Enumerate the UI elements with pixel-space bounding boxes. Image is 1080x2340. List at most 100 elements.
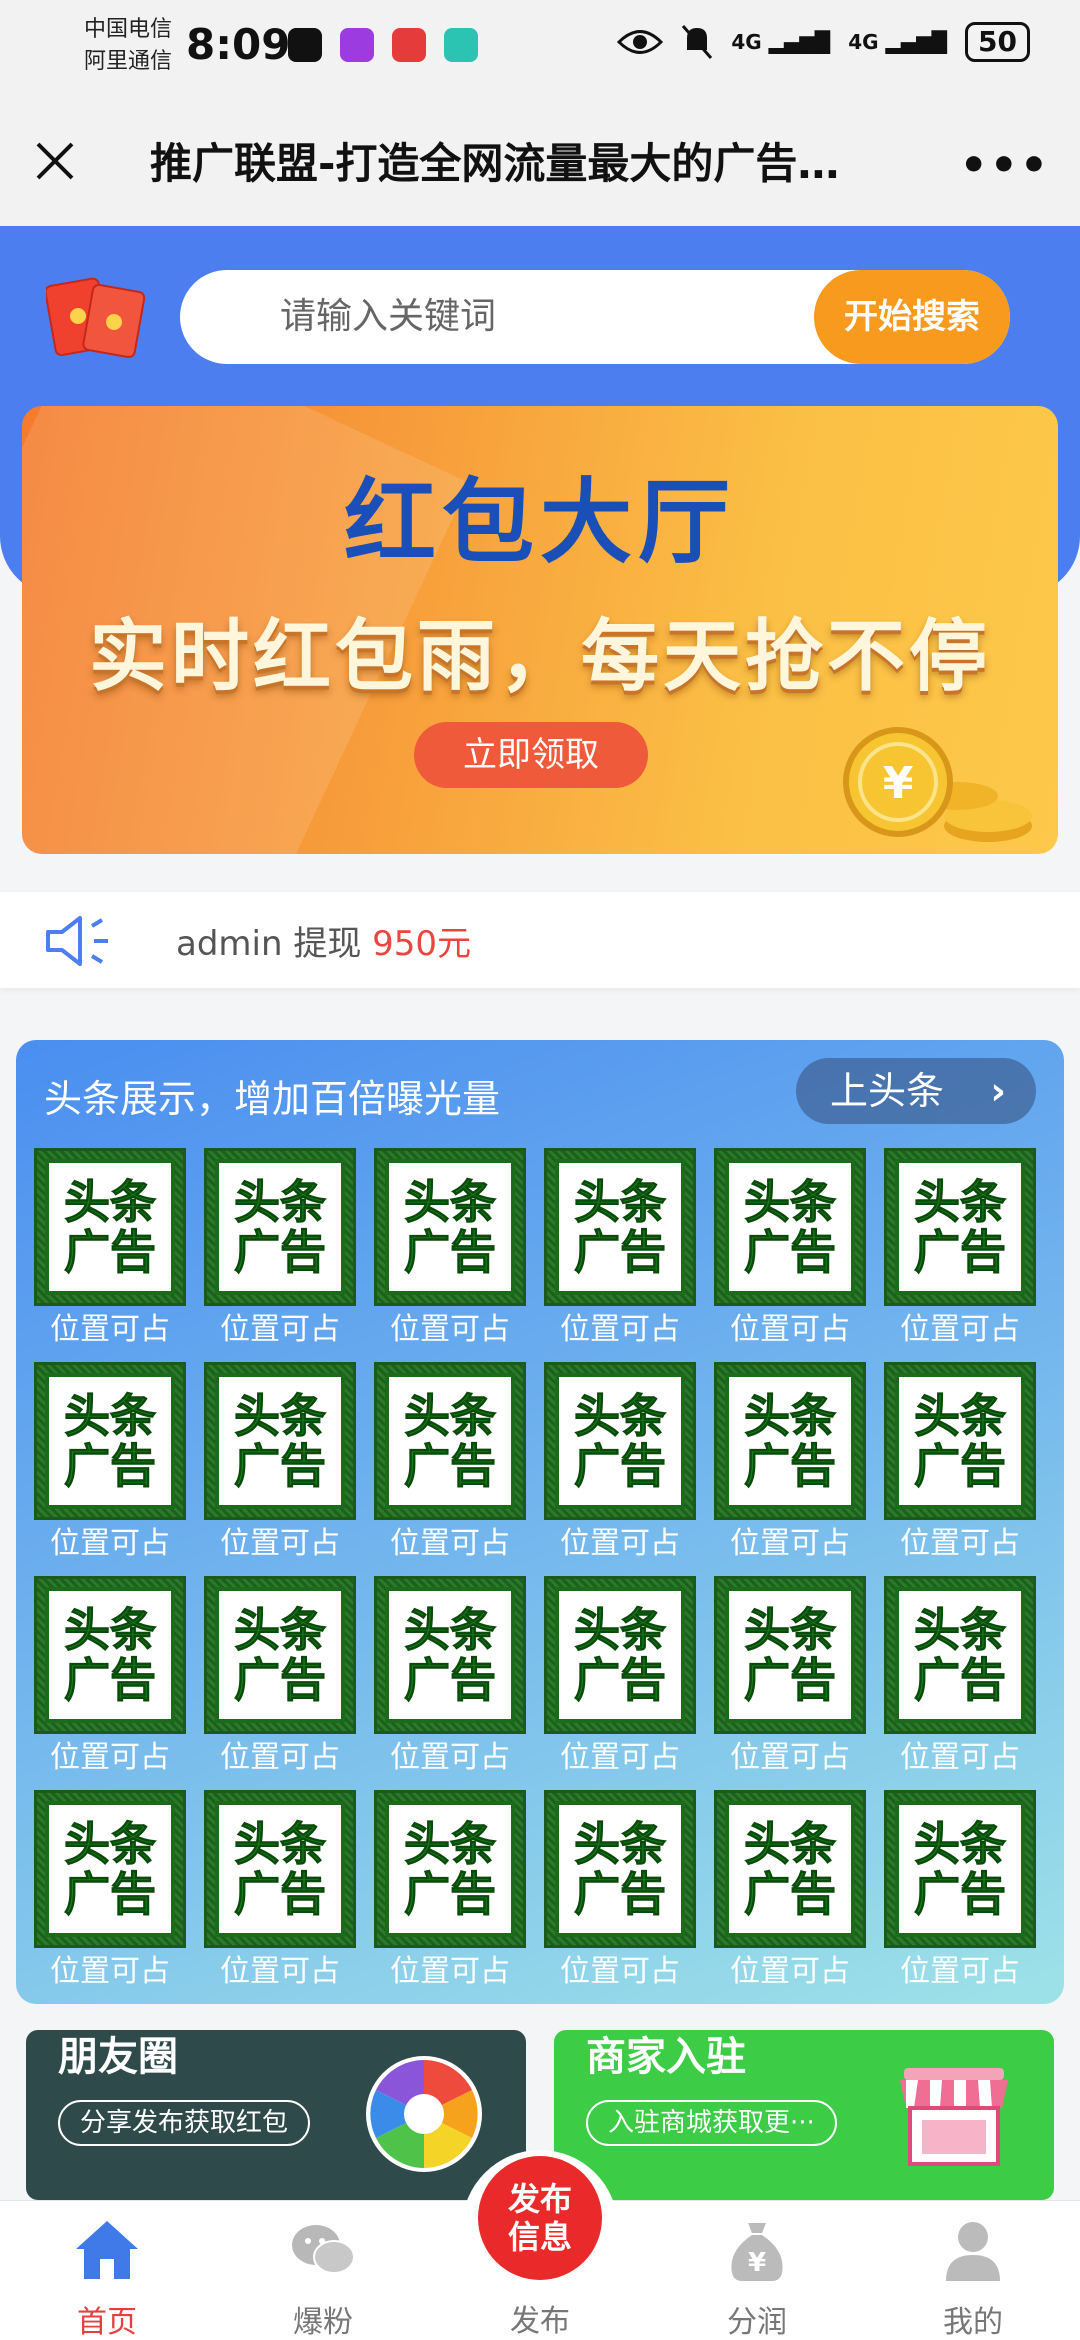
nav-share[interactable]: ¥ 分润 — [682, 2215, 832, 2340]
battery-indicator: 50 — [965, 22, 1030, 62]
headline-ad-inner: 头条 广告 — [895, 1801, 1025, 1937]
headline-ad-image: 头条 广告 — [884, 1362, 1036, 1520]
headline-ad-slot[interactable]: 头条 广告 位置可占 — [884, 1148, 1036, 1362]
headline-ad-image: 头条 广告 — [714, 1576, 866, 1734]
notice-amount: 950元 — [372, 924, 472, 964]
headline-ad-slot[interactable]: 头条 广告 位置可占 — [204, 1790, 356, 2004]
headline-slot-label: 位置可占 — [900, 1526, 1020, 1561]
search-bar: 开始搜索 — [180, 270, 1010, 364]
headline-ad-line2: 广告 — [914, 1653, 1007, 1707]
headline-ad-line1: 头条 — [914, 1175, 1007, 1229]
headline-ad-image: 头条 广告 — [34, 1790, 186, 1948]
headline-ad-slot[interactable]: 头条 广告 位置可占 — [374, 1148, 526, 1362]
moments-card[interactable]: 朋友圈 分享发布获取红包 — [26, 2030, 526, 2200]
network-1-label: 4G — [731, 30, 762, 54]
publish-button[interactable]: 发布信息 — [478, 2156, 602, 2280]
nav-publish-label: 发布 — [510, 2304, 570, 2339]
headline-ad-image: 头条 广告 — [544, 1362, 696, 1520]
search-input[interactable] — [280, 270, 780, 364]
page: 中国电信 阿里通信 8:09 4G ▂▄▆█ 4G ▂▄▆█ 50 推广联盟-打… — [0, 0, 1080, 2340]
headline-ad-inner: 头条 广告 — [45, 1801, 175, 1937]
headline-ad-line1: 头条 — [404, 1603, 497, 1657]
headline-ad-slot[interactable]: 头条 广告 位置可占 — [204, 1148, 356, 1362]
headline-ad-line1: 头条 — [574, 1175, 667, 1229]
app-red-icon — [392, 28, 426, 62]
headline-ad-line2: 广告 — [234, 1439, 327, 1493]
nav-home[interactable]: 首页 — [32, 2215, 182, 2340]
headline-ad-slot[interactable]: 头条 广告 位置可占 — [34, 1790, 186, 2004]
headline-ad-line1: 头条 — [234, 1389, 327, 1443]
banner-title: 红包大厅 — [343, 469, 736, 576]
nav-fans-label: 爆粉 — [293, 2305, 353, 2340]
headline-ad-inner: 头条 广告 — [555, 1373, 685, 1509]
merchant-card[interactable]: 商家入驻 入驻商城获取更··· — [554, 2030, 1054, 2200]
claim-now-button[interactable]: 立即领取 — [414, 722, 648, 788]
headline-ad-line2: 广告 — [234, 1225, 327, 1279]
headline-ad-inner: 头条 广告 — [45, 1587, 175, 1723]
headline-ad-slot[interactable]: 头条 广告 位置可占 — [544, 1148, 696, 1362]
headline-ad-image: 头条 广告 — [544, 1790, 696, 1948]
headline-ad-slot[interactable]: 头条 广告 位置可占 — [884, 1362, 1036, 1576]
headline-ad-slot[interactable]: 头条 广告 位置可占 — [884, 1790, 1036, 2004]
shop-icon — [900, 2068, 1008, 2166]
headline-ad-line1: 头条 — [744, 1175, 837, 1229]
headline-slot-label: 位置可占 — [730, 1526, 850, 1561]
nav-mine[interactable]: 我的 — [898, 2215, 1048, 2340]
merchant-pill[interactable]: 入驻商城获取更··· — [586, 2100, 837, 2146]
headline-ad-slot[interactable]: 头条 广告 位置可占 — [714, 1362, 866, 1576]
headline-ad-slot[interactable]: 头条 广告 位置可占 — [374, 1362, 526, 1576]
headline-ad-slot[interactable]: 头条 广告 位置可占 — [714, 1790, 866, 2004]
headline-ad-inner: 头条 广告 — [555, 1587, 685, 1723]
headline-ad-slot[interactable]: 头条 广告 位置可占 — [884, 1576, 1036, 1790]
headline-ad-inner: 头条 广告 — [215, 1159, 345, 1295]
headline-ad-slot[interactable]: 头条 广告 位置可占 — [204, 1362, 356, 1576]
headline-ad-slot[interactable]: 头条 广告 位置可占 — [204, 1576, 356, 1790]
notification-icons — [288, 28, 478, 62]
more-options-icon[interactable]: ••• — [960, 140, 1050, 191]
headline-slot-label: 位置可占 — [220, 1740, 340, 1775]
headline-ad-slot[interactable]: 头条 广告 位置可占 — [544, 1790, 696, 2004]
moments-pill[interactable]: 分享发布获取红包 — [58, 2100, 311, 2146]
headline-ad-line2: 广告 — [404, 1867, 497, 1921]
headline-ad-line1: 头条 — [404, 1175, 497, 1229]
headline-ad-slot[interactable]: 头条 广告 位置可占 — [714, 1148, 866, 1362]
headline-slot-label: 位置可占 — [900, 1312, 1020, 1347]
red-packet-icon[interactable] — [46, 276, 146, 360]
headline-ad-slot[interactable]: 头条 广告 位置可占 — [544, 1362, 696, 1576]
go-headline-label: 上头条 — [830, 1069, 945, 1113]
headline-slot-label: 位置可占 — [390, 1312, 510, 1347]
headline-ad-slot[interactable]: 头条 广告 位置可占 — [374, 1790, 526, 2004]
svg-text:¥: ¥ — [883, 758, 914, 809]
headline-ad-slot[interactable]: 头条 广告 位置可占 — [714, 1576, 866, 1790]
headline-ad-inner: 头条 广告 — [385, 1373, 515, 1509]
search-button[interactable]: 开始搜索 — [814, 270, 1010, 364]
headline-ad-line1: 头条 — [234, 1603, 327, 1657]
go-headline-button[interactable]: 上头条 › — [796, 1058, 1036, 1124]
headline-ad-line2: 广告 — [744, 1439, 837, 1493]
headline-ad-slot[interactable]: 头条 广告 位置可占 — [34, 1362, 186, 1576]
notice-action: 提现 — [293, 924, 362, 964]
headline-ad-slot[interactable]: 头条 广告 位置可占 — [34, 1576, 186, 1790]
headline-ad-line1: 头条 — [914, 1603, 1007, 1657]
red-packet-hall-banner[interactable]: 红包大厅 实时红包雨，每天抢不停 立即领取 ¥ — [22, 406, 1058, 854]
nav-fans[interactable]: 爆粉 — [248, 2215, 398, 2340]
headline-ad-image: 头条 广告 — [374, 1576, 526, 1734]
app-teal-icon — [444, 28, 478, 62]
headline-ad-line2: 广告 — [234, 1867, 327, 1921]
headline-ad-slot[interactable]: 头条 广告 位置可占 — [374, 1576, 526, 1790]
headline-slot-label: 位置可占 — [220, 1312, 340, 1347]
merchant-title: 商家入驻 — [586, 2034, 746, 2080]
headline-ad-slot[interactable]: 头条 广告 位置可占 — [34, 1148, 186, 1362]
headline-ad-line1: 头条 — [744, 1603, 837, 1657]
close-icon[interactable] — [30, 136, 80, 186]
headline-ad-slot[interactable]: 头条 广告 位置可占 — [544, 1576, 696, 1790]
headline-ad-line1: 头条 — [64, 1603, 157, 1657]
title-bar: 推广联盟-打造全网流量最大的广告… ••• — [0, 100, 1080, 226]
headline-ad-line1: 头条 — [234, 1817, 327, 1871]
headline-ad-line2: 广告 — [64, 1867, 157, 1921]
headline-ad-image: 头条 广告 — [714, 1790, 866, 1948]
headline-section: 头条展示，增加百倍曝光量 上头条 › 头条 广告 位置可占 头条 广告 位置可占 头条 广告位… — [16, 1040, 1064, 2004]
headline-ad-inner: 头条 广告 — [45, 1373, 175, 1509]
notice-text: admin 提现 950元 — [176, 916, 471, 965]
headline-ad-image: 头条 广告 — [204, 1790, 356, 1948]
